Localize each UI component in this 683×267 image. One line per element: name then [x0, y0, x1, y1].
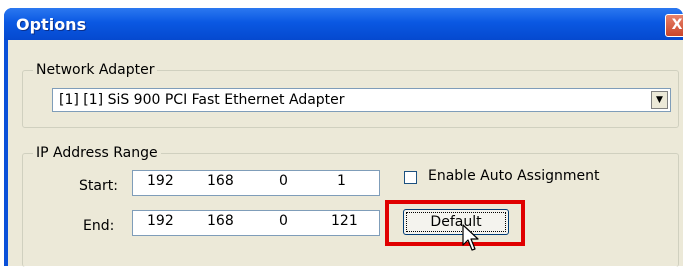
start-octet-1: 192	[147, 173, 174, 189]
start-octet-2: 168	[207, 173, 234, 189]
start-octet-3: 0	[279, 173, 288, 189]
dialog-client: Network Adapter [1] [1] SiS 900 PCI Fast…	[0, 0, 683, 267]
network-adapter-selected-value: [1] [1] SiS 900 PCI Fast Ethernet Adapte…	[59, 92, 345, 108]
highlight-box	[385, 200, 525, 246]
network-adapter-group-label: Network Adapter	[33, 62, 158, 78]
mouse-pointer-icon	[462, 224, 479, 251]
network-adapter-select[interactable]: [1] [1] SiS 900 PCI Fast Ethernet Adapte…	[52, 88, 671, 112]
end-octet-4: 121	[331, 213, 358, 229]
end-octet-3: 0	[279, 213, 288, 229]
start-ip-input[interactable]: 192 168 0 1	[132, 170, 380, 196]
enable-auto-assignment-label[interactable]: Enable Auto Assignment	[428, 168, 600, 184]
end-octet-1: 192	[147, 213, 174, 229]
end-octet-2: 168	[207, 213, 234, 229]
chevron-down-icon[interactable]: ▼	[651, 91, 668, 109]
end-label: End:	[83, 218, 115, 234]
enable-auto-assignment-checkbox[interactable]	[404, 171, 417, 184]
ip-address-range-group-label: IP Address Range	[33, 145, 161, 161]
start-octet-4: 1	[337, 173, 346, 189]
end-ip-input[interactable]: 192 168 0 121	[132, 210, 380, 236]
start-label: Start:	[79, 178, 118, 194]
